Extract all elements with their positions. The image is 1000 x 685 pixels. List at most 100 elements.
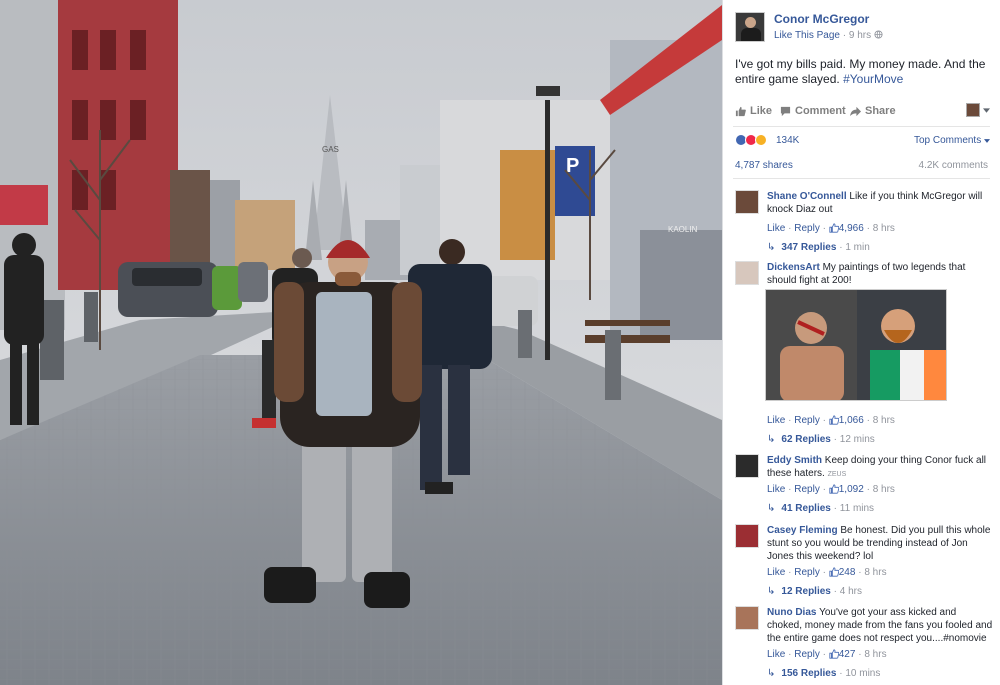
page-name-link[interactable]: Conor McGregor: [774, 12, 869, 26]
comment-reply-link[interactable]: Reply: [794, 567, 820, 578]
post-time[interactable]: 9 hrs: [849, 30, 871, 41]
comment-author-link[interactable]: Casey Fleming: [767, 525, 838, 536]
comment-attached-painting[interactable]: [765, 289, 947, 401]
comment-author-link[interactable]: Nuno Dias: [767, 607, 816, 618]
replies-count: 347 Replies: [781, 242, 837, 253]
thumb-up-icon: [829, 649, 840, 662]
comment-time[interactable]: 8 hrs: [864, 567, 886, 578]
post-hashtag-link[interactable]: #YourMove: [843, 72, 903, 86]
church-sign: GAS: [322, 145, 339, 154]
view-replies-link[interactable]: ↳ 347 Replies · 1 min: [767, 242, 870, 253]
separator: ·: [822, 567, 826, 578]
reactions-row: 134K Top Comments: [733, 127, 990, 153]
thumb-up-icon: [829, 484, 840, 497]
reply-arrow-icon: ↳: [767, 434, 776, 445]
view-replies-link[interactable]: ↳ 62 Replies · 12 mins: [767, 434, 875, 445]
comment-like-count[interactable]: 248: [839, 567, 856, 578]
painting-image: [766, 290, 946, 400]
reply-arrow-icon: ↳: [767, 503, 776, 514]
separator: ·: [822, 415, 826, 426]
view-replies-link[interactable]: ↳ 41 Replies · 11 mins: [767, 503, 874, 514]
comment-time[interactable]: 8 hrs: [873, 415, 895, 426]
post-photo[interactable]: GAS KAOLIN P: [0, 0, 722, 685]
comment-time[interactable]: 8 hrs: [873, 223, 895, 234]
comment-like-count[interactable]: 4,966: [839, 223, 864, 234]
commenter-avatar[interactable]: [735, 606, 759, 630]
like-page-link[interactable]: Like This Page: [774, 30, 840, 41]
separator: ·: [858, 567, 862, 578]
comment-like-count[interactable]: 1,092: [839, 484, 864, 495]
shares-count-link[interactable]: 4,787 shares: [735, 160, 793, 171]
separator: ·: [833, 503, 837, 514]
separator: ·: [866, 415, 870, 426]
comment-like-count[interactable]: 1,066: [839, 415, 864, 426]
comment-button[interactable]: Comment: [780, 105, 846, 117]
commenter-avatar[interactable]: [735, 261, 759, 285]
comment-body: Nuno Dias You've got your ass kicked and…: [767, 606, 993, 645]
comment-body: Shane O'Connell Like if you think McGreg…: [767, 190, 993, 216]
comment-author-link[interactable]: Shane O'Connell: [767, 191, 847, 202]
comment-author-link[interactable]: DickensArt: [767, 262, 820, 273]
top-comments-label: Top Comments: [913, 135, 982, 146]
comment-like-count[interactable]: 427: [839, 649, 856, 660]
caret-down-icon: [983, 104, 990, 116]
separator: ·: [788, 567, 792, 578]
reaction-count[interactable]: 134K: [776, 135, 799, 146]
like-button-label: Like: [750, 105, 773, 117]
commenter-avatar[interactable]: [735, 190, 759, 214]
commenter-avatar[interactable]: [735, 454, 759, 478]
share-button[interactable]: Share: [850, 105, 896, 117]
comment-reply-link[interactable]: Reply: [794, 223, 820, 234]
comment-reply-link[interactable]: Reply: [794, 649, 820, 660]
separator: ·: [788, 484, 792, 495]
share-arrow-icon: [850, 106, 861, 117]
separator: ·: [833, 434, 837, 445]
replies-time: 11 mins: [839, 503, 875, 514]
comment-like-link[interactable]: Like: [767, 567, 785, 578]
separator: ·: [858, 649, 862, 660]
separator: ·: [822, 649, 826, 660]
replies-count: 41 Replies: [781, 503, 831, 514]
shares-row: 4,787 shares 4.2K comments: [733, 153, 990, 179]
separator: ·: [866, 484, 870, 495]
comment-body: Eddy Smith Keep doing your thing Conor f…: [767, 454, 993, 481]
comment-body: Casey Fleming Be honest. Did you pull th…: [767, 524, 993, 563]
top-comments-dropdown[interactable]: Top Comments: [914, 135, 990, 146]
street-scene-image: GAS KAOLIN P: [0, 0, 722, 685]
user-avatar-small: [966, 103, 980, 117]
comment-time[interactable]: 8 hrs: [864, 649, 886, 660]
post-meta: Like This Page · 9 hrs: [774, 30, 883, 41]
comment-like-link[interactable]: Like: [767, 415, 785, 426]
reply-arrow-icon: ↳: [767, 242, 776, 253]
replies-time: 1 min: [845, 242, 870, 253]
haha-reaction-icon: [755, 134, 767, 146]
comment-reply-link[interactable]: Reply: [794, 484, 820, 495]
view-replies-link[interactable]: ↳ 156 Replies · 10 mins: [767, 668, 880, 679]
commenter-avatar[interactable]: [735, 524, 759, 548]
reply-arrow-icon: ↳: [767, 586, 776, 597]
reaction-icons[interactable]: [735, 134, 767, 146]
comment-like-link[interactable]: Like: [767, 649, 785, 660]
comment-reply-link[interactable]: Reply: [794, 415, 820, 426]
comment-time[interactable]: 8 hrs: [873, 484, 895, 495]
separator: ·: [833, 586, 837, 597]
comment-like-link[interactable]: Like: [767, 223, 785, 234]
separator: ·: [839, 668, 843, 679]
page-avatar[interactable]: [735, 12, 765, 42]
post-sidebar: Conor McGregor Like This Page · 9 hrs I'…: [722, 0, 1000, 685]
comment-actions: Like · Reply · 248 · 8 hrs: [767, 567, 887, 580]
comment-author-link[interactable]: Eddy Smith: [767, 455, 822, 466]
caret-down-icon: [984, 135, 990, 146]
view-replies-link[interactable]: ↳ 12 Replies · 4 hrs: [767, 586, 862, 597]
comment-hashtag-link[interactable]: #nomovie: [943, 633, 986, 644]
thumb-up-icon: [829, 567, 840, 580]
identity-picker[interactable]: [966, 103, 990, 117]
comments-count: 4.2K comments: [918, 160, 988, 171]
comment-button-label: Comment: [795, 105, 846, 117]
replies-time: 10 mins: [845, 668, 881, 679]
post-header: Conor McGregor Like This Page · 9 hrs: [723, 0, 1000, 52]
comment-actions: Like · Reply · 427 · 8 hrs: [767, 649, 887, 662]
separator: ·: [822, 223, 826, 234]
like-button[interactable]: Like: [735, 105, 772, 117]
comment-like-link[interactable]: Like: [767, 484, 785, 495]
